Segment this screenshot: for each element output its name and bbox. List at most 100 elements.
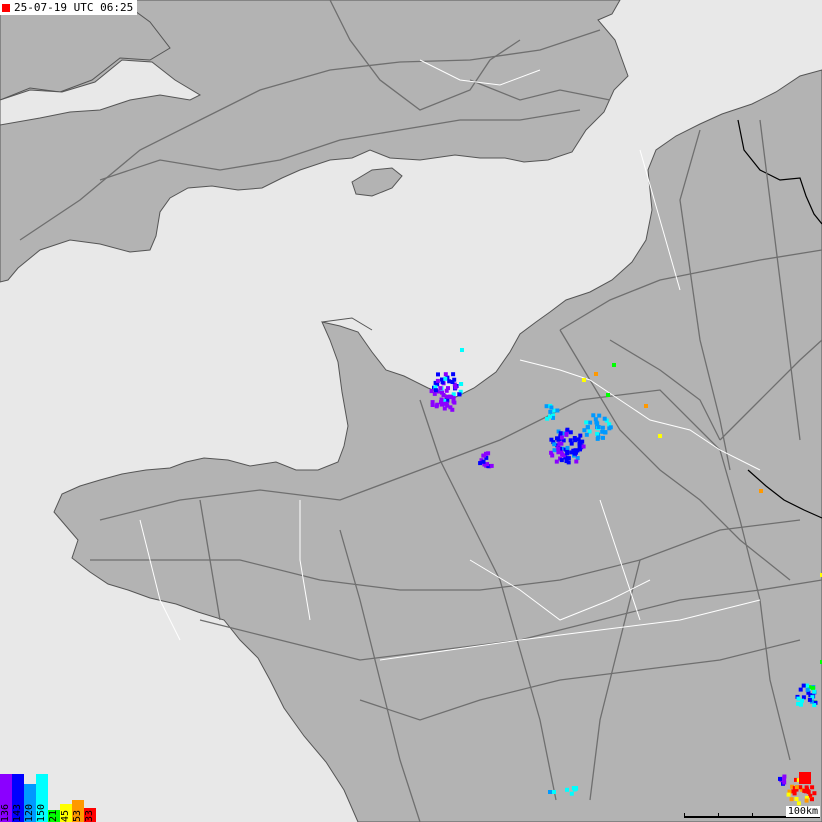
legend-label: 136 <box>0 803 11 822</box>
legend-bar: 150 <box>36 774 48 822</box>
strike-mark <box>435 378 440 383</box>
strike-mark <box>584 420 589 425</box>
legend-label: 21 <box>48 809 59 822</box>
strike-mark <box>778 776 782 781</box>
strike-mark <box>801 683 806 688</box>
legend-label: 33 <box>84 809 95 822</box>
strike-mark <box>802 788 807 793</box>
strike-mark <box>658 434 662 438</box>
strike-mark <box>594 372 598 376</box>
strike-mark <box>441 401 446 406</box>
strike-mark <box>591 413 596 418</box>
strike-mark <box>434 404 439 409</box>
strike-mark <box>550 453 555 458</box>
strike-mark <box>782 780 787 785</box>
strike-mark <box>558 431 563 436</box>
strike-mark <box>812 703 817 708</box>
strike-mark <box>796 801 801 806</box>
strike-mark <box>571 786 576 790</box>
strike-mark <box>584 432 589 437</box>
strike-mark <box>438 386 443 391</box>
legend-label: 143 <box>12 803 23 822</box>
strike-mark <box>548 790 552 794</box>
strike-mark <box>812 689 817 694</box>
strike-mark <box>430 403 435 407</box>
strike-mark <box>608 425 613 430</box>
strike-mark <box>792 791 797 796</box>
strike-mark <box>789 797 794 802</box>
strike-mark <box>812 791 817 796</box>
strike-mark <box>444 401 449 406</box>
strike-mark <box>569 450 574 455</box>
strike-mark <box>572 451 577 456</box>
strike-mark <box>796 701 801 706</box>
strike-mark <box>457 392 462 397</box>
legend-bar: 120 <box>24 784 36 822</box>
strike-mark <box>460 348 464 352</box>
strike-mark <box>565 427 570 432</box>
strike-mark <box>481 453 486 458</box>
legend-bar: 53 <box>72 800 84 822</box>
legend-label: 150 <box>36 803 47 822</box>
strike-mark <box>794 797 799 801</box>
strike-mark <box>554 459 559 464</box>
strike-mark <box>807 697 812 702</box>
timestamp-text: 25-07-19 UTC 06:25 <box>14 1 134 14</box>
strike-mark <box>596 435 601 440</box>
strike-mark <box>782 774 787 779</box>
strike-mark <box>759 489 763 493</box>
strike-mark <box>593 417 598 422</box>
strike-mark <box>443 372 448 377</box>
scale-label: 100km <box>785 806 820 817</box>
strike-mark <box>602 416 607 421</box>
strike-mark <box>603 430 608 435</box>
strike-mark <box>451 399 456 404</box>
strike-mark <box>549 437 554 442</box>
strike-mark <box>564 459 569 464</box>
strike-mark <box>440 380 445 385</box>
legend-label: 53 <box>72 809 83 822</box>
strike-mark <box>804 798 809 803</box>
legend-bar: 136 <box>0 774 12 822</box>
age-legend: 136 143 120 150 21 45 53 33 <box>0 774 96 822</box>
strike-mark <box>559 458 564 463</box>
strike-mark <box>606 393 610 397</box>
strike-mark <box>486 451 491 456</box>
legend-label: 120 <box>24 803 35 822</box>
strike-mark <box>549 405 554 410</box>
strike-mark <box>569 791 574 796</box>
strike-mark <box>429 389 434 394</box>
strike-mark <box>565 787 569 792</box>
scale-tick <box>684 813 685 818</box>
strike-mark <box>451 372 456 377</box>
strike-mark <box>450 407 455 412</box>
strike-mark <box>565 445 570 450</box>
strike-mark <box>555 408 560 413</box>
strike-mark <box>485 462 490 467</box>
strike-mark <box>556 447 561 451</box>
latest-strike-marker <box>799 772 811 784</box>
strike-mark <box>433 388 438 393</box>
strike-mark <box>612 363 616 367</box>
strike-mark <box>582 378 586 382</box>
strike-mark <box>601 435 605 440</box>
scale-tick <box>752 813 753 818</box>
legend-label: 45 <box>60 809 71 822</box>
strike-mark <box>545 416 550 421</box>
strike-mark <box>440 390 444 395</box>
strike-mark <box>439 397 444 402</box>
strike-mark <box>596 425 601 429</box>
strike-mark <box>544 404 549 409</box>
strike-mark <box>597 413 602 418</box>
strike-mark <box>800 698 804 703</box>
strike-mark <box>600 425 605 430</box>
strike-mark <box>810 785 815 790</box>
strike-mark <box>811 686 816 691</box>
strike-mark <box>595 431 600 436</box>
strike-mark <box>581 444 586 449</box>
strike-mark <box>578 440 583 445</box>
strike-mark <box>481 459 486 464</box>
scale-bar: 100km <box>684 806 820 820</box>
map-canvas[interactable] <box>0 0 822 822</box>
legend-bar: 45 <box>60 804 72 822</box>
